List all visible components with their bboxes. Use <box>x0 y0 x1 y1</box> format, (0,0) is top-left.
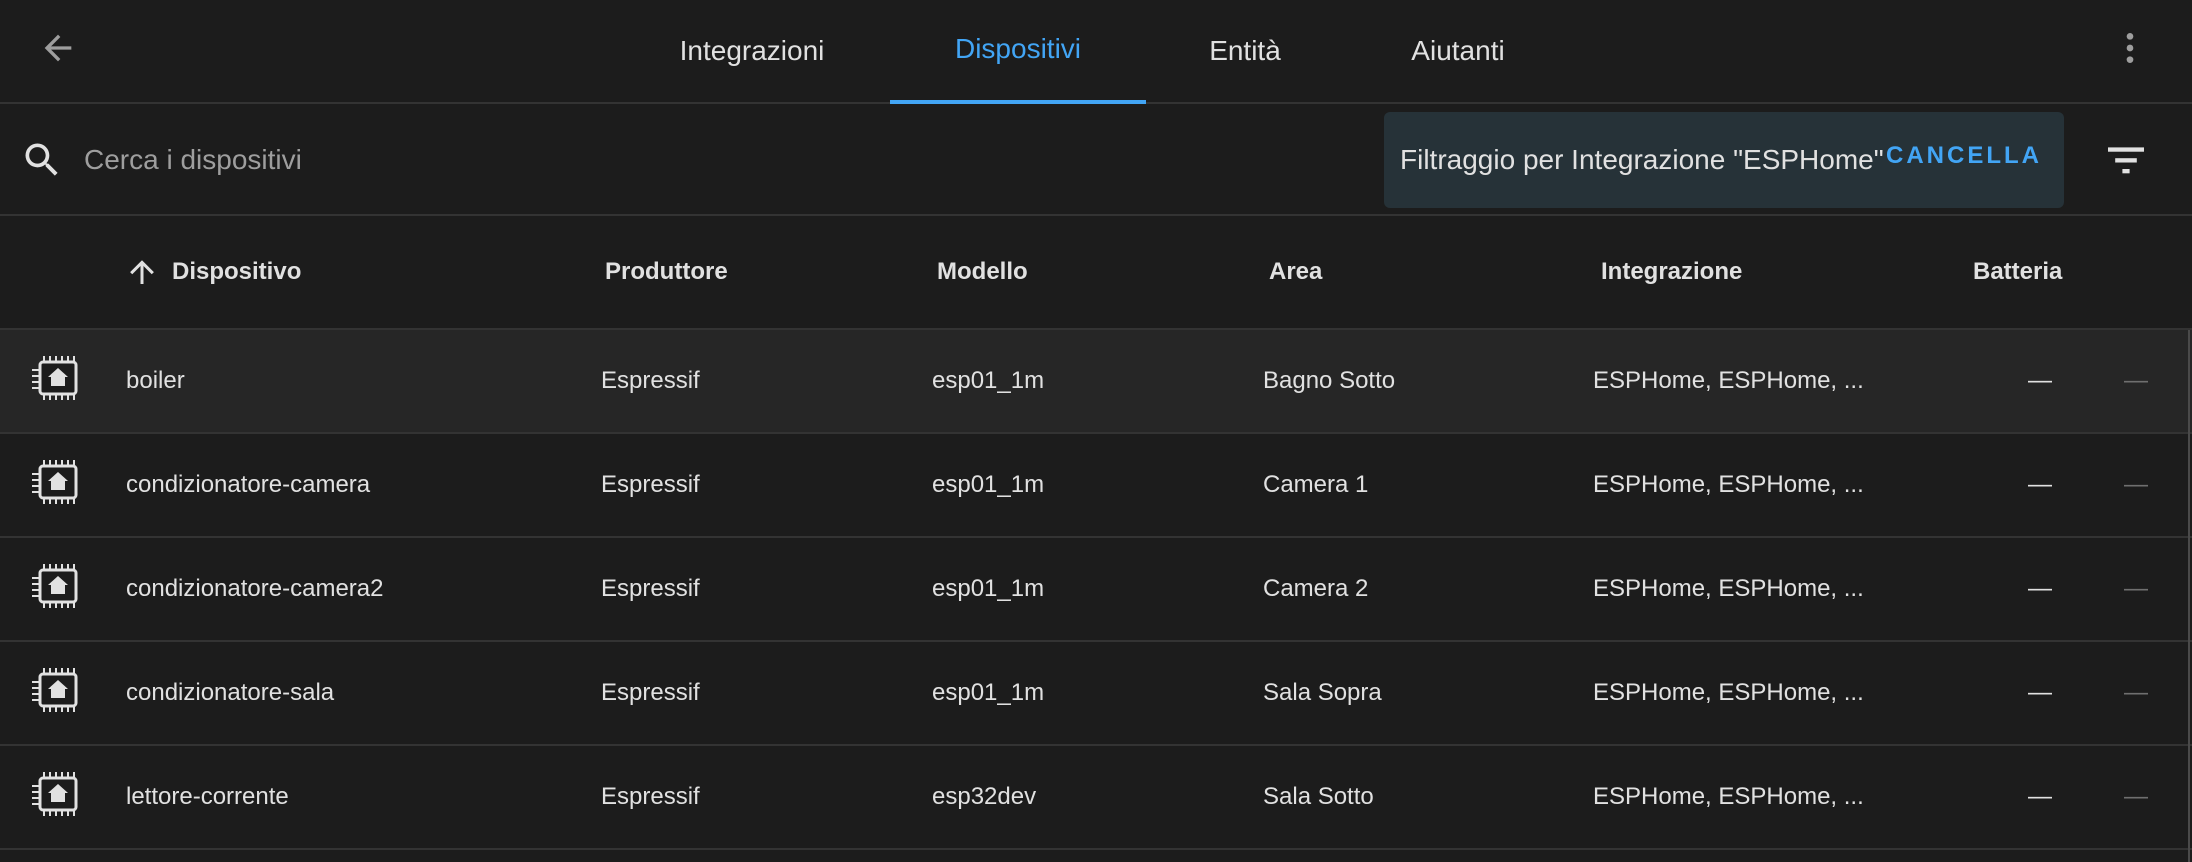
tab-label: Dispositivi <box>954 33 1082 64</box>
table-header: Dispositivo Produttore Modello Area Inte… <box>0 216 2192 330</box>
esphome-chip-icon <box>32 460 78 504</box>
cell-battery: — <box>2028 471 2052 498</box>
tab-integrazioni[interactable]: Integrazioni <box>660 0 844 102</box>
cell-manufacturer: Espressif <box>601 471 700 498</box>
tab-label: Aiutanti <box>1411 35 1505 66</box>
filter-description: Filtraggio per Integrazione "ESPHome" <box>1400 144 1884 175</box>
cell-manufacturer: Espressif <box>601 367 700 394</box>
column-label: Integrazione <box>1601 258 1743 285</box>
cell-extra: — <box>2124 471 2148 498</box>
cell-model: esp01_1m <box>932 575 1045 602</box>
cell-battery: — <box>2028 783 2052 810</box>
tab-label: Integrazioni <box>679 35 825 66</box>
column-label: Modello <box>937 258 1028 285</box>
cell-device: condizionatore-camera2 <box>126 575 384 602</box>
cell-manufacturer: Espressif <box>601 783 700 810</box>
tab-dispositivi[interactable]: Dispositivi <box>890 0 1146 104</box>
cell-model: esp01_1m <box>932 679 1045 706</box>
overflow-menu-button[interactable] <box>2110 26 2150 70</box>
filter-variant-icon[interactable] <box>2104 142 2148 178</box>
cell-integration: ESPHome, ESPHome, ... <box>1593 471 1864 498</box>
cell-extra: — <box>2124 367 2148 394</box>
cell-model: esp01_1m <box>932 471 1045 498</box>
cell-integration: ESPHome, ESPHome, ... <box>1593 783 1864 810</box>
tab-bar: Integrazioni Dispositivi Entità Aiutanti <box>0 0 2192 104</box>
arrow-up-icon <box>130 260 154 284</box>
table-row[interactable]: condizionatore-camera Espressif esp01_1m… <box>0 434 2192 538</box>
cell-area: Sala Sotto <box>1263 783 1374 810</box>
cell-device: condizionatore-sala <box>126 679 335 706</box>
table-row[interactable]: condizionatore-camera2 Espressif esp01_1… <box>0 538 2192 642</box>
column-header-battery[interactable]: Batteria <box>1973 216 2062 328</box>
column-header-integration[interactable]: Integrazione <box>1601 216 1742 328</box>
cell-extra: — <box>2124 679 2148 706</box>
magnify-icon <box>25 143 58 176</box>
active-filter-chip: Filtraggio per Integrazione "ESPHome" CA… <box>1384 112 2064 208</box>
tab-label: Entità <box>1209 35 1281 66</box>
cell-model: esp01_1m <box>932 367 1045 394</box>
cell-area: Bagno Sotto <box>1263 367 1396 394</box>
esphome-chip-icon <box>32 668 78 712</box>
scrollbar[interactable] <box>2188 330 2190 862</box>
clear-filter-button[interactable]: CANCELLA <box>1886 142 2042 170</box>
device-table-body: boiler Espressif esp01_1m Bagno Sotto ES… <box>0 330 2192 850</box>
tab-aiutanti[interactable]: Aiutanti <box>1390 0 1526 102</box>
cell-device: condizionatore-camera <box>126 471 371 498</box>
tab-entita[interactable]: Entità <box>1190 0 1300 102</box>
cell-integration: ESPHome, ESPHome, ... <box>1593 679 1864 706</box>
column-label: Dispositivo <box>172 258 302 285</box>
cell-device: boiler <box>126 367 185 394</box>
cell-manufacturer: Espressif <box>601 575 700 602</box>
search-bar: Filtraggio per Integrazione "ESPHome" CA… <box>0 104 2192 216</box>
column-label: Batteria <box>1973 258 2063 285</box>
esphome-chip-icon <box>32 564 78 608</box>
cell-manufacturer: Espressif <box>601 679 700 706</box>
cell-extra: — <box>2124 575 2148 602</box>
column-header-manufacturer[interactable]: Produttore <box>605 216 728 328</box>
column-label: Area <box>1269 258 1323 285</box>
cell-battery: — <box>2028 679 2052 706</box>
column-header-area[interactable]: Area <box>1269 216 1322 328</box>
cell-integration: ESPHome, ESPHome, ... <box>1593 367 1864 394</box>
column-header-model[interactable]: Modello <box>937 216 1028 328</box>
cell-extra: — <box>2124 783 2148 810</box>
esphome-chip-icon <box>32 356 78 400</box>
table-row[interactable]: condizionatore-sala Espressif esp01_1m S… <box>0 642 2192 746</box>
top-app-bar: Integrazioni Dispositivi Entità Aiutanti <box>0 0 2192 104</box>
cell-integration: ESPHome, ESPHome, ... <box>1593 575 1864 602</box>
search-input[interactable] <box>82 130 1336 190</box>
cell-battery: — <box>2028 367 2052 394</box>
esphome-chip-icon <box>32 772 78 816</box>
cell-area: Camera 2 <box>1263 575 1369 602</box>
cell-battery: — <box>2028 575 2052 602</box>
cell-area: Camera 1 <box>1263 471 1369 498</box>
cell-model: esp32dev <box>932 783 1037 810</box>
table-row[interactable]: lettore-corrente Espressif esp32dev Sala… <box>0 746 2192 850</box>
column-label: Produttore <box>605 258 728 285</box>
column-header-device[interactable]: Dispositivo <box>124 216 301 328</box>
cell-area: Sala Sopra <box>1263 679 1382 706</box>
dots-vertical-icon <box>2126 33 2134 63</box>
cell-device: lettore-corrente <box>126 783 289 810</box>
table-row[interactable]: boiler Espressif esp01_1m Bagno Sotto ES… <box>0 330 2192 434</box>
